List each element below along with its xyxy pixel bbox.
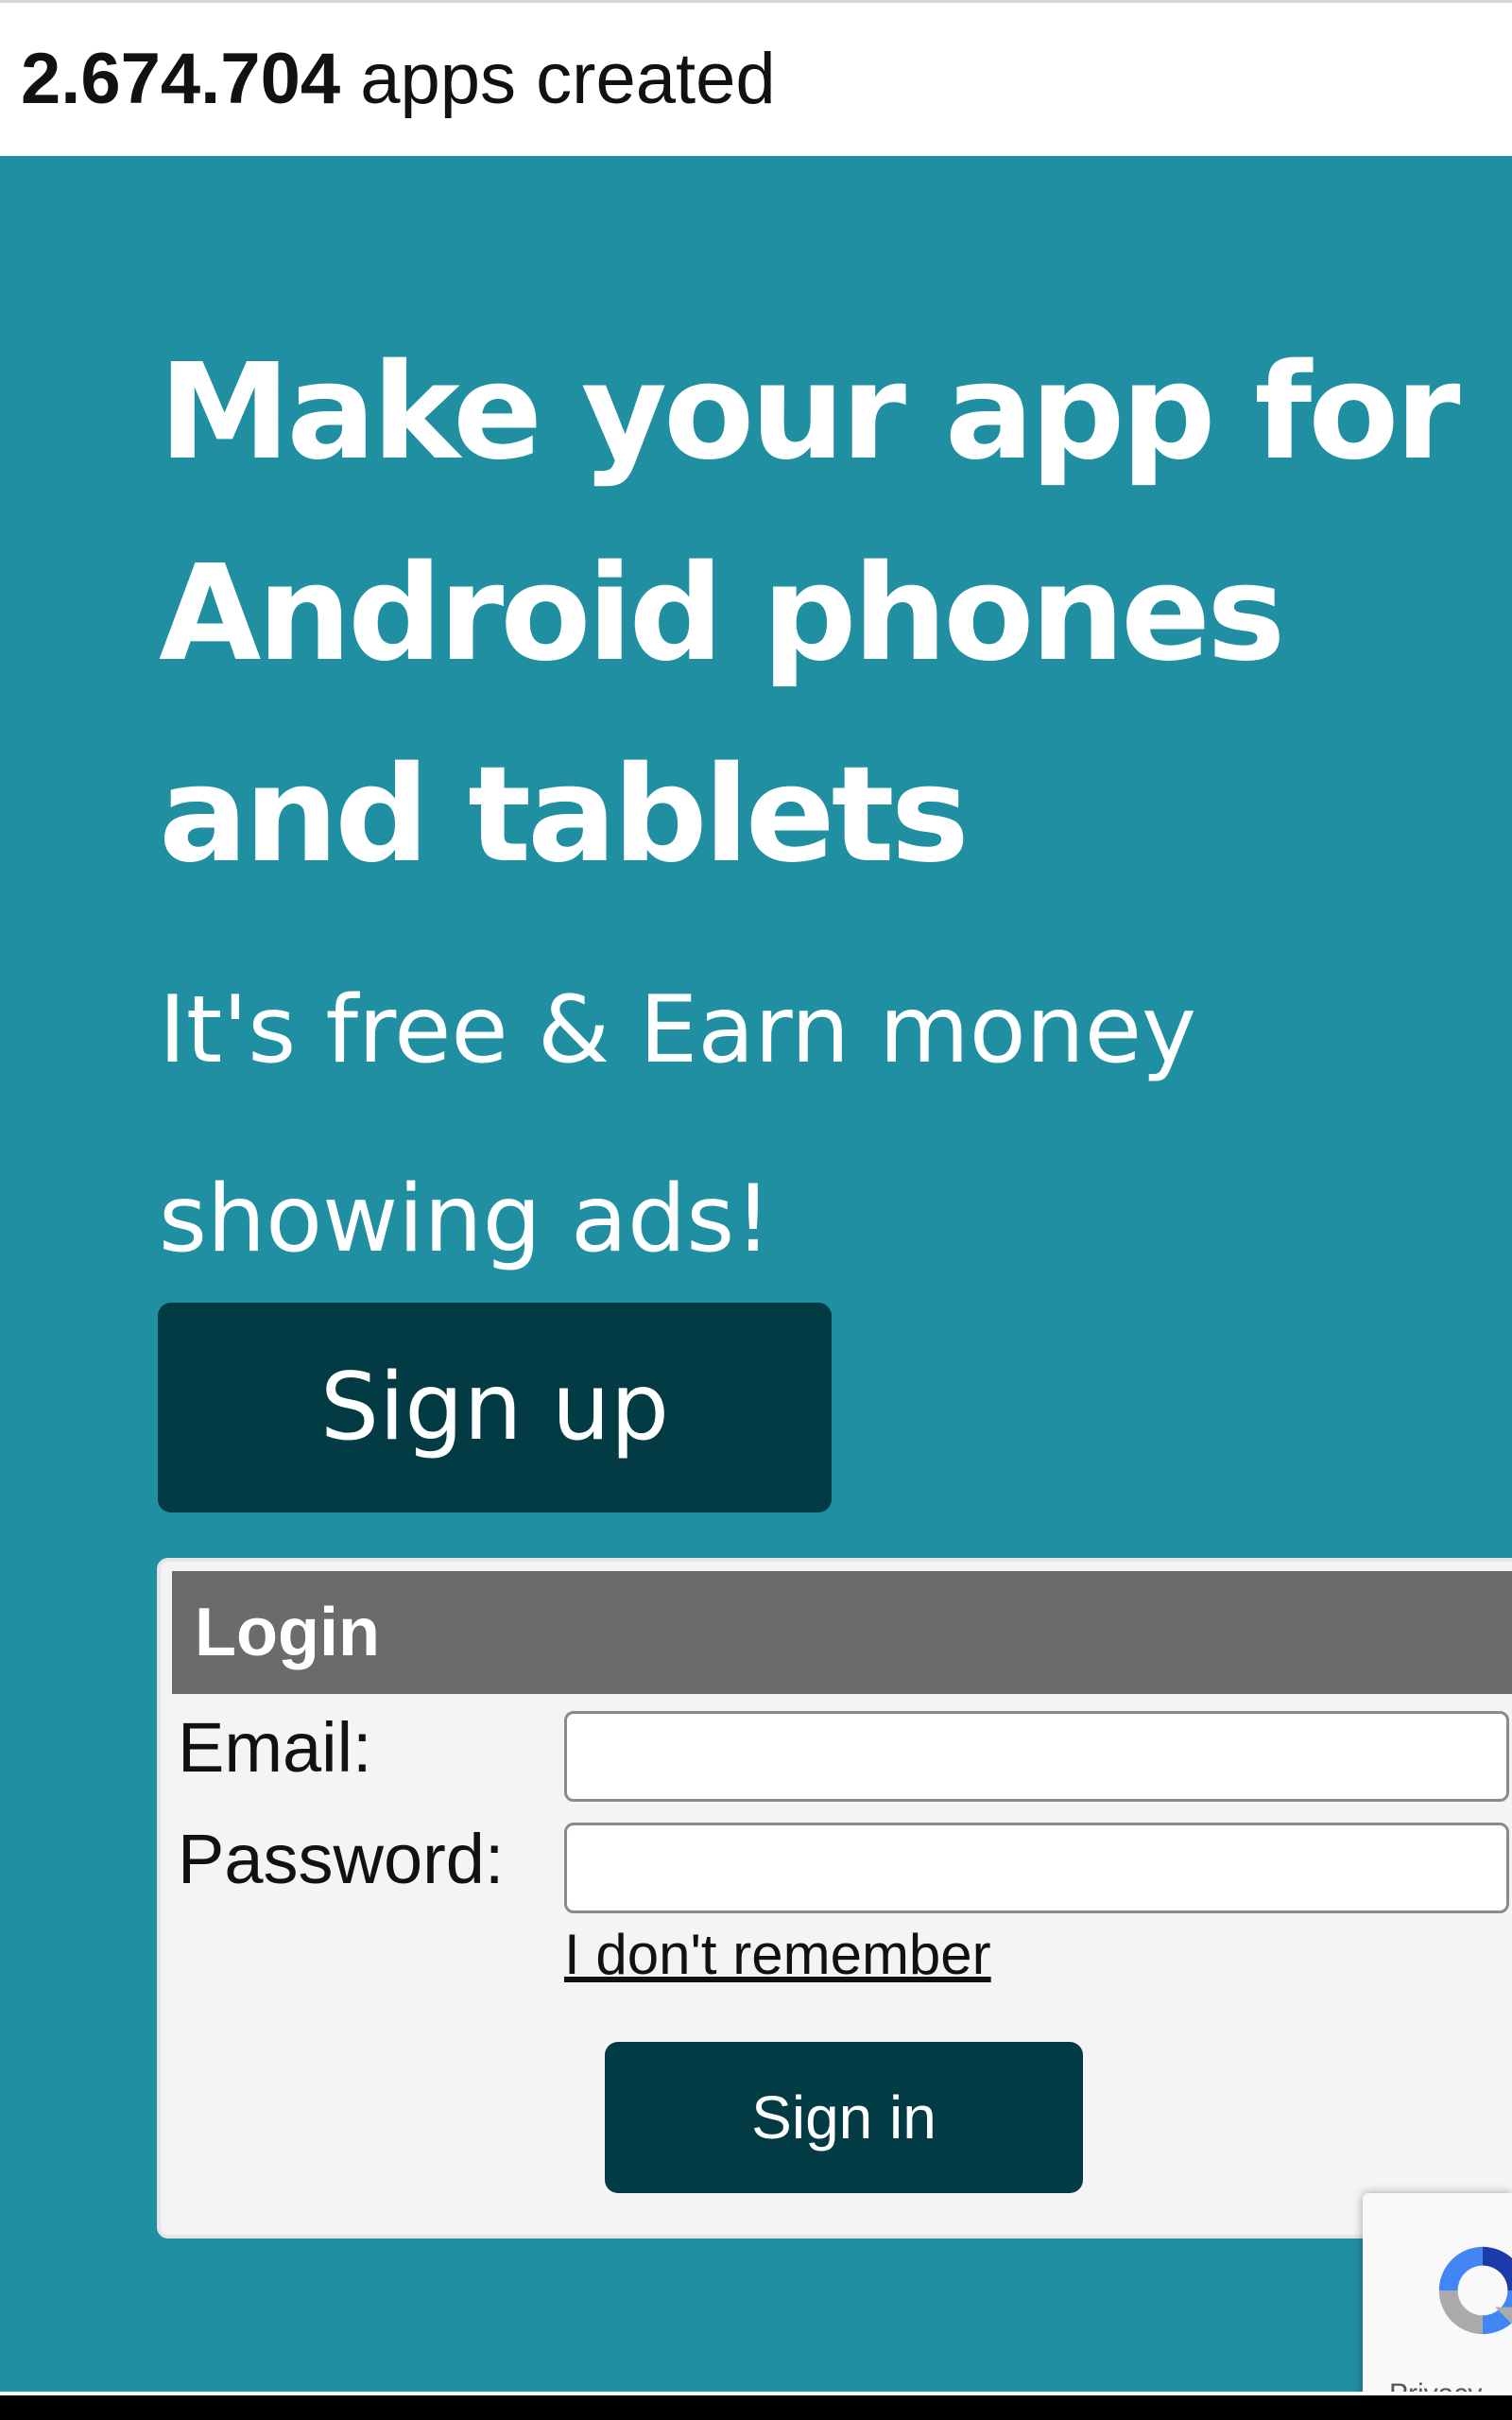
apps-counter: 2.674.704 apps created [21, 37, 776, 122]
hero-title: Make your app for Android phones and tab… [159, 336, 1461, 892]
apps-counter-bar: 2.674.704 apps created [0, 0, 1512, 156]
recaptcha-badge[interactable]: Privacy [1363, 2193, 1512, 2403]
hero-subtitle: It's free & Earn money showing ads! [159, 977, 1197, 1273]
password-field[interactable] [564, 1823, 1509, 1913]
apps-count-suffix: apps created [340, 39, 776, 119]
email-label: Email: [178, 1708, 372, 1787]
signup-button[interactable]: Sign up [158, 1303, 832, 1512]
forgot-password-link[interactable]: I don't remember [564, 1921, 991, 1989]
apps-count: 2.674.704 [21, 39, 341, 119]
email-field[interactable] [564, 1711, 1509, 1802]
bottom-bar [0, 2395, 1512, 2420]
password-label: Password: [178, 1820, 505, 1898]
login-panel: Login Email: Password: I don't remember … [157, 1558, 1512, 2238]
recaptcha-logo-icon [1438, 2246, 1512, 2335]
login-header: Login [172, 1571, 1512, 1694]
signin-button[interactable]: Sign in [605, 2042, 1083, 2193]
